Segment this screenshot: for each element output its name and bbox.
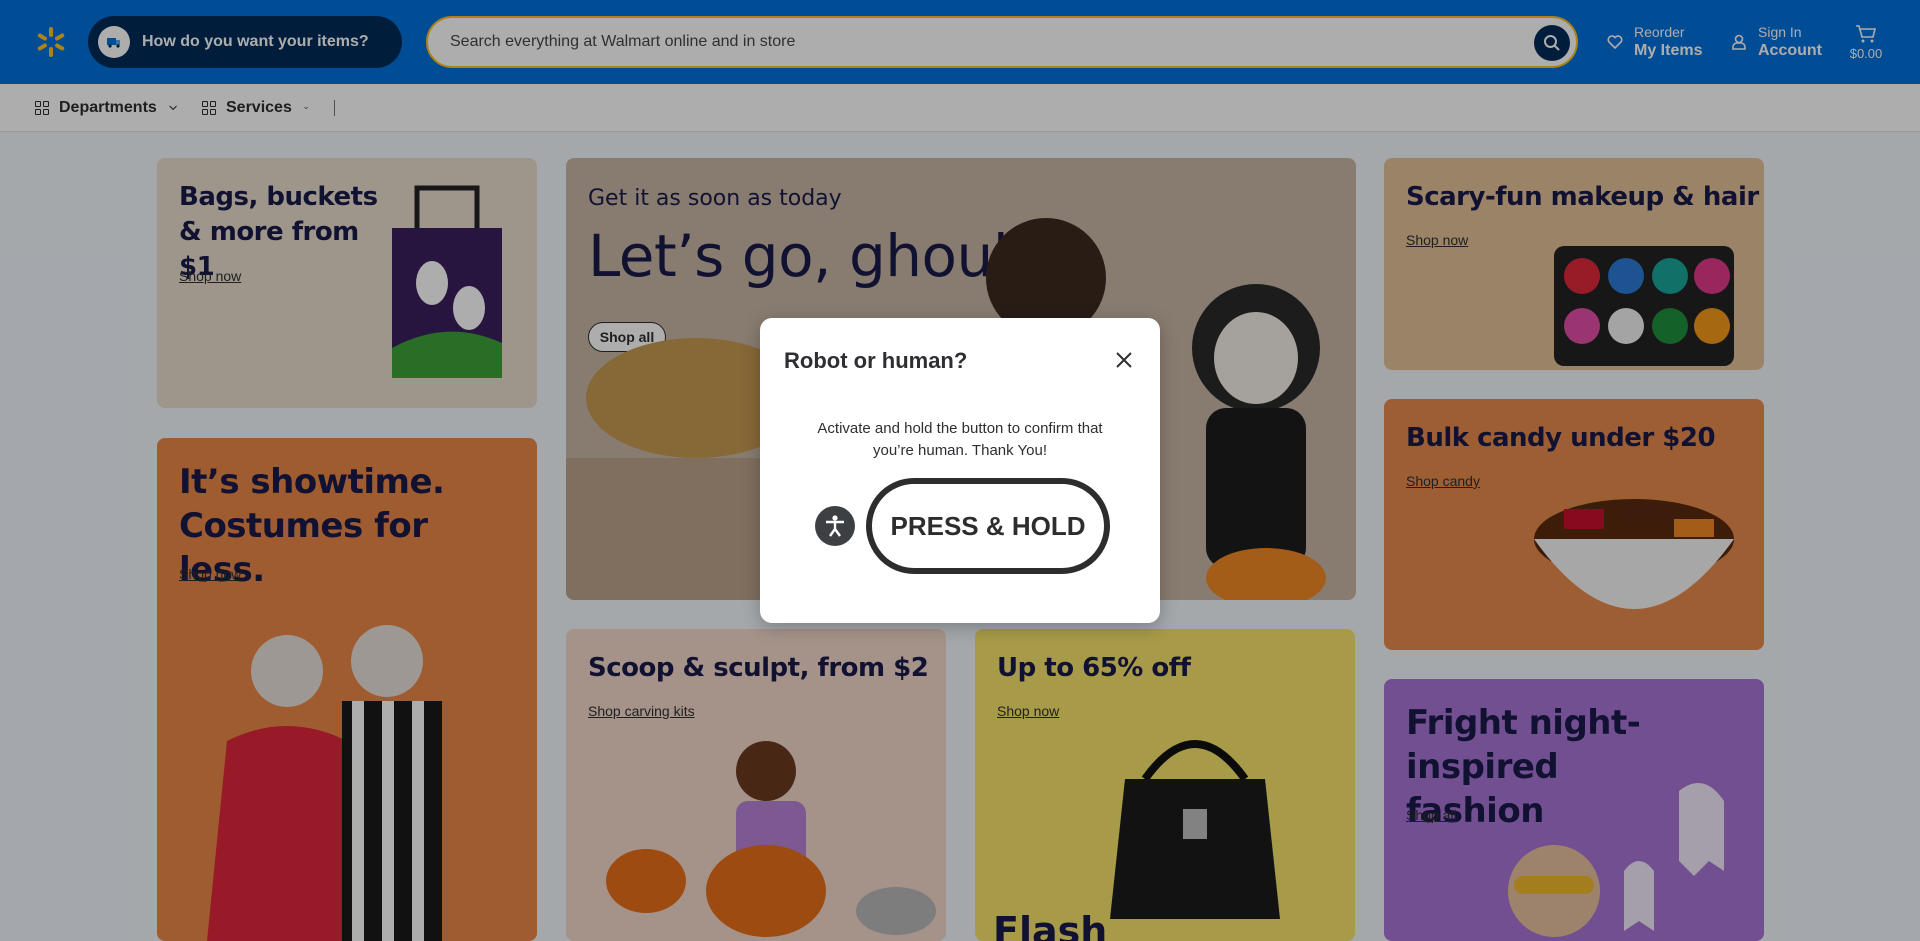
accessibility-button[interactable] [815,506,855,546]
dialog-message: Activate and hold the button to confirm … [817,420,1103,459]
close-icon [1116,352,1132,368]
dialog-title: Robot or human? [784,348,968,373]
robot-check-dialog: Robot or human? Activate and hold the bu… [760,318,1160,623]
close-dialog-button[interactable] [1106,342,1142,378]
previous-carousel-slide-button[interactable] [828,552,868,574]
carousel-button[interactable] [796,552,818,574]
next-carousel-slide-button[interactable] [926,552,1132,574]
accessibility-icon [826,515,844,537]
